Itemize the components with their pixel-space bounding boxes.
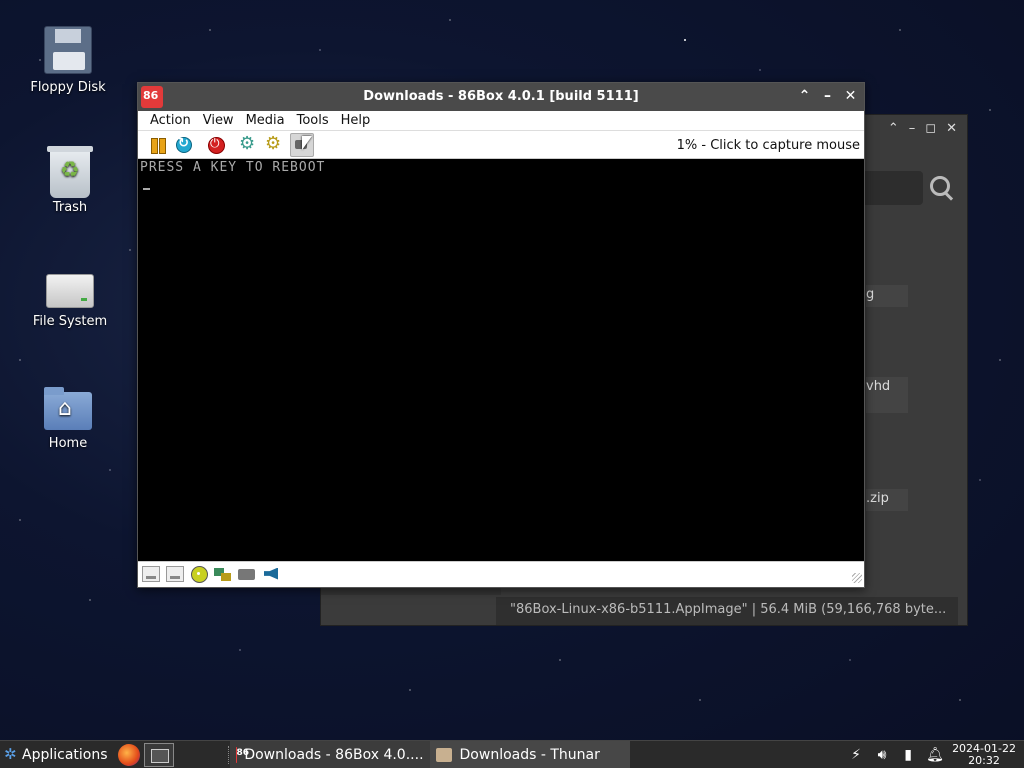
file-item[interactable]: .zip <box>866 489 908 511</box>
network-disconnected-icon[interactable]: ⚡ <box>848 747 864 763</box>
close-icon[interactable]: ✕ <box>946 121 957 136</box>
titlebar[interactable]: Downloads - 86Box 4.0.1 [build 5111] ⌃ –… <box>138 83 864 111</box>
capture-mouse-status: 1% - Click to capture mouse <box>676 138 860 153</box>
window-title: Downloads - 86Box 4.0.1 [build 5111] <box>363 89 639 104</box>
thunar-icon <box>435 747 452 762</box>
window-controls: ⌃ – ✕ <box>797 87 858 105</box>
desktop-icon-label: File System <box>32 314 108 329</box>
clock-time: 20:32 <box>968 754 1000 767</box>
task-label: Downloads - Thunar <box>459 746 600 763</box>
clock[interactable]: 2024-01-22 20:32 <box>952 743 1016 767</box>
task-86box[interactable]: Downloads - 86Box 4.0.... <box>229 740 430 768</box>
cdrom-icon[interactable] <box>190 565 208 583</box>
desktop-icon-trash[interactable]: Trash <box>10 146 130 215</box>
task-thunar[interactable]: Downloads - Thunar <box>429 740 630 768</box>
maximize-up-icon[interactable]: ⌃ <box>797 87 812 105</box>
applications-label: Applications <box>22 746 108 763</box>
pause-icon[interactable] <box>148 135 168 155</box>
screen-text: PRESS A KEY TO REBOOT <box>140 160 326 175</box>
86box-window[interactable]: Downloads - 86Box 4.0.1 [build 5111] ⌃ –… <box>137 82 865 588</box>
file-item[interactable]: vhd <box>866 377 908 413</box>
minimize-icon[interactable]: – <box>820 87 835 105</box>
desktop-icon-file-system[interactable]: File System <box>10 266 130 329</box>
menu-action[interactable]: Action <box>144 111 197 130</box>
volume-icon[interactable]: 🔊︎ <box>874 747 890 763</box>
desktop-icon-label: Floppy Disk <box>30 80 106 95</box>
desktop-icon-home[interactable]: Home <box>8 386 128 451</box>
battery-icon[interactable]: ▮ <box>900 747 916 763</box>
search-icon[interactable] <box>929 175 955 201</box>
task-label: Downloads - 86Box 4.0.... <box>244 746 424 763</box>
minimize-icon[interactable]: – <box>909 121 916 136</box>
notification-bell-icon[interactable]: 🔔︎ <box>926 747 944 763</box>
maximize-icon[interactable]: ◻ <box>925 121 936 136</box>
floppy-drive-icon[interactable] <box>166 565 184 582</box>
settings-gear-icon[interactable] <box>264 133 284 155</box>
emulator-screen[interactable]: PRESS A KEY TO REBOOT <box>138 159 864 561</box>
taskbar: Applications Downloads - 86Box 4.0.... D… <box>0 740 1024 768</box>
toolbar: 1% - Click to capture mouse <box>138 131 864 159</box>
floppy-disk-icon <box>44 26 92 74</box>
close-icon[interactable]: ✕ <box>843 87 858 105</box>
firefox-icon[interactable] <box>117 743 140 766</box>
file-item[interactable]: g <box>866 285 908 307</box>
desktop-icon-floppy-disk[interactable]: Floppy Disk <box>8 26 128 95</box>
drive-icon <box>46 274 94 308</box>
hard-disk-icon[interactable] <box>238 566 256 582</box>
thunar-window-controls: ⌃ – ◻ ✕ <box>888 121 957 136</box>
desktop-icon-label: Trash <box>52 200 88 215</box>
ctrl-alt-del-icon[interactable] <box>238 133 258 155</box>
menu-help[interactable]: Help <box>335 111 377 130</box>
sound-icon[interactable] <box>262 566 280 582</box>
network-icon[interactable] <box>214 566 232 582</box>
trash-icon <box>47 146 93 198</box>
maximize-up-icon[interactable]: ⌃ <box>888 121 899 136</box>
thunar-statusbar: "86Box-Linux-x86-b5111.AppImage" | 56.4 … <box>496 597 958 625</box>
desktop-icon-label: Home <box>48 436 88 451</box>
statusbar <box>138 561 864 585</box>
menubar: Action View Media Tools Help <box>138 111 864 131</box>
86box-logo-icon <box>235 746 246 763</box>
mouse-pointer-icon <box>302 136 312 152</box>
applications-menu-button[interactable]: Applications <box>0 741 112 768</box>
resize-grip[interactable] <box>852 573 862 583</box>
text-cursor <box>143 188 150 190</box>
power-icon[interactable] <box>206 135 226 155</box>
menu-view[interactable]: View <box>197 111 240 130</box>
menu-tools[interactable]: Tools <box>291 111 335 130</box>
xfce-logo-icon <box>4 745 18 763</box>
floppy-drive-icon[interactable] <box>142 565 160 582</box>
home-folder-icon <box>44 387 92 430</box>
system-tray: ⚡ 🔊︎ ▮ 🔔︎ 2024-01-22 20:32 <box>848 741 1024 768</box>
menu-media[interactable]: Media <box>240 111 291 130</box>
show-desktop-button[interactable] <box>143 742 174 767</box>
reset-icon[interactable] <box>174 135 194 155</box>
